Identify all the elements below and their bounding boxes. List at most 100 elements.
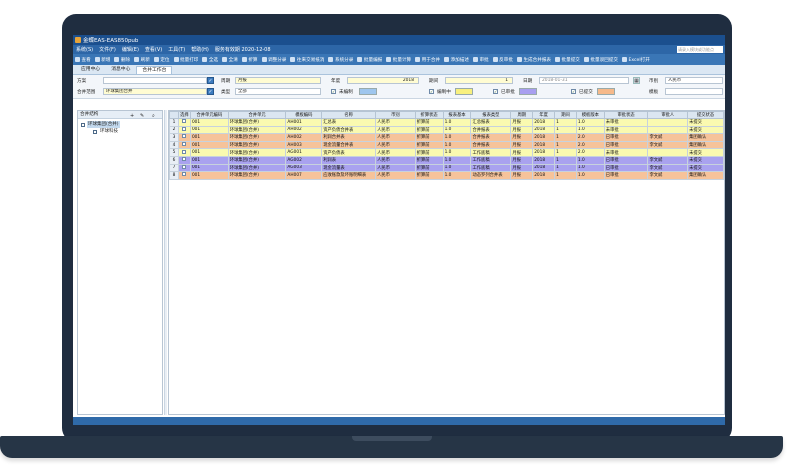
menu-help[interactable]: 帮助(H) xyxy=(191,46,209,53)
table-row[interactable]: 4 001 环球集团(合并) AH003 现金流量合并表 人民币 折算前 1.0 合并报表 月报 2… xyxy=(169,140,724,150)
menu-tools[interactable]: 工具(T) xyxy=(168,46,185,53)
toolbar-button[interactable]: 调整分录 xyxy=(261,57,286,63)
column-header[interactable] xyxy=(169,111,179,119)
tab-1[interactable]: 消息中心 xyxy=(106,66,135,74)
scheme-picker-button[interactable]: ✓ xyxy=(207,77,214,84)
date-field[interactable]: 2018-01-31 xyxy=(539,77,629,84)
cell-year: 2018 xyxy=(532,125,556,135)
period-type-select[interactable]: 月报 xyxy=(235,77,321,84)
calendar-icon[interactable]: ▦ xyxy=(633,77,640,84)
cell-base: 1.0 xyxy=(442,133,472,142)
type-select[interactable]: 全部 xyxy=(235,88,321,95)
column-header[interactable]: 合并单元 xyxy=(227,111,287,119)
scope-field[interactable]: 环球集团合并 xyxy=(103,88,207,95)
submitted-checkbox[interactable]: ✓ xyxy=(571,89,576,94)
column-header[interactable]: 报表类型 xyxy=(470,111,512,119)
panel-splitter[interactable] xyxy=(164,110,167,415)
column-header[interactable]: 选择 xyxy=(177,111,191,119)
draft-checkbox[interactable]: ✓ xyxy=(331,89,336,94)
row-checkbox[interactable] xyxy=(182,172,187,177)
toolbar-button[interactable]: 折算 xyxy=(241,57,258,63)
menu-view[interactable]: 查看(V) xyxy=(145,46,162,53)
scheme-field[interactable] xyxy=(103,77,207,84)
tab-0[interactable]: 应用中心 xyxy=(76,66,105,74)
column-header[interactable]: 币别 xyxy=(375,111,416,119)
toolbar-button[interactable]: 批量编报 xyxy=(357,57,382,63)
edit-icon[interactable]: ✎ xyxy=(140,112,144,120)
tree: 环球集团(合并) 环球科技 xyxy=(78,119,162,137)
add-icon[interactable]: + xyxy=(130,112,134,120)
tab-2[interactable]: 合并工作台 xyxy=(136,66,173,74)
column-header[interactable]: 周期 xyxy=(510,111,534,119)
toolbar-button[interactable]: 新增 xyxy=(94,57,111,63)
year-stepper[interactable]: 2018 xyxy=(347,77,419,84)
tree-node-child[interactable]: 环球科技 xyxy=(81,128,159,135)
column-header[interactable]: 审批人 xyxy=(647,111,689,119)
toolbar-button[interactable]: 批量提交 xyxy=(555,57,580,63)
table-row[interactable]: 8 001 环球集团(合并) AH007 应收账款及坏账明细表 人民币 折算前 1.0 动态罗列… xyxy=(169,171,724,180)
scope-picker-button[interactable]: ✓ xyxy=(207,88,214,95)
toolbar-button[interactable]: 批量打印 xyxy=(173,57,198,63)
table-row[interactable]: 2 001 环球集团(合并) AH002 资产负债合并表 人民币 折算前 1.0 合并报表 月报 2… xyxy=(169,125,724,135)
toolbar-button[interactable]: 系统分录 xyxy=(328,57,353,63)
column-header[interactable]: 年度 xyxy=(532,111,556,119)
row-checkbox[interactable] xyxy=(182,149,187,154)
toolbar-button[interactable]: 全清 xyxy=(222,57,238,63)
folder-icon xyxy=(81,122,85,127)
toolbar-icon xyxy=(492,57,498,62)
search-input[interactable]: 请录入模块或功能点 xyxy=(677,46,723,53)
row-checkbox[interactable] xyxy=(182,142,187,147)
toolbar-button[interactable]: 全选 xyxy=(202,57,218,63)
table-row[interactable]: 7 001 环球集团(合并) AG003 现金流量表 人民币 折算前 1.0 工作底稿 月报 201… xyxy=(169,163,724,173)
cell-period: 1 xyxy=(554,148,577,157)
toolbar-button[interactable]: 批量驳回提交 xyxy=(583,57,618,63)
toolbar-button-label: 新增 xyxy=(101,57,111,63)
toolbar-button[interactable]: 定位 xyxy=(153,57,170,63)
menu-edit[interactable]: 编辑(E) xyxy=(122,46,139,53)
template-field[interactable] xyxy=(665,88,723,95)
tree-node-root[interactable]: 环球集团(合并) xyxy=(81,121,159,128)
tree-header: 合并结构 + ✎ ⌕ xyxy=(78,111,162,119)
cell-period: 1 xyxy=(554,155,577,165)
column-header[interactable]: 审批状态 xyxy=(603,111,649,119)
column-header[interactable]: 折算状态 xyxy=(414,111,444,119)
row-checkbox[interactable] xyxy=(182,134,187,139)
toolbar-button[interactable]: Excel打开 xyxy=(621,57,650,63)
cell-unit-code: 001 xyxy=(189,155,229,165)
menu-system[interactable]: 系统(S) xyxy=(76,46,93,53)
toolbar-button[interactable]: 审批 xyxy=(472,57,489,63)
toolbar-button[interactable]: 批量计算 xyxy=(386,57,411,63)
row-checkbox[interactable] xyxy=(182,157,187,162)
column-header[interactable]: 名称 xyxy=(321,111,377,119)
toolbar-button[interactable]: 往来交易抵消 xyxy=(290,57,324,63)
toolbar-button[interactable]: 生成合并报表 xyxy=(516,57,551,63)
cell-unit-code: 001 xyxy=(189,171,229,180)
column-header[interactable]: 合并单元编码 xyxy=(189,111,229,119)
toolbar-button[interactable]: 反审批 xyxy=(492,57,513,63)
editing-checkbox[interactable]: ✓ xyxy=(429,89,434,94)
column-header[interactable]: 模板编码 xyxy=(285,111,323,119)
menu-file[interactable]: 文件(F) xyxy=(99,46,116,53)
toolbar-button[interactable]: 删除 xyxy=(114,57,130,63)
toolbar-button[interactable]: 刷新 xyxy=(134,57,150,63)
table-row[interactable]: 3 001 环球集团(合并) AH002 利润合并表 人民币 折算前 1.0 合并报表 月报 201… xyxy=(169,133,724,142)
currency-field[interactable]: 人民币 xyxy=(665,77,723,84)
row-checkbox[interactable] xyxy=(182,165,187,169)
table-row[interactable]: 5 001 环球集团(合并) AG001 资产负债表 人民币 折算前 1.0 工作底稿 月报 201… xyxy=(169,148,724,157)
toolbar-button[interactable]: 添加描述 xyxy=(444,57,469,63)
row-checkbox[interactable] xyxy=(182,119,187,124)
table-row[interactable]: 1 001 环球集团(合并) AH001 汇总表 人民币 折算前 1.0 汇总报表 月报 2018 1… xyxy=(169,118,724,127)
cell-unit: 环球集团(合并) xyxy=(227,125,287,135)
toolbar-button[interactable]: 用于合并 xyxy=(415,57,440,63)
table-row[interactable]: 6 001 环球集团(合并) AG002 利润表 人民币 折算前 1.0 工作底稿 月报 2018 1… xyxy=(169,155,724,165)
period-stepper[interactable]: 1 xyxy=(445,77,513,84)
row-number: 5 xyxy=(169,148,179,157)
search-icon[interactable]: ⌕ xyxy=(152,112,155,120)
toolbar-button[interactable]: 查看 xyxy=(75,57,91,63)
row-checkbox[interactable] xyxy=(182,127,187,131)
column-header[interactable]: 提交状态 xyxy=(687,111,724,119)
column-header[interactable]: 期间 xyxy=(554,111,577,119)
column-header[interactable]: 模板版本 xyxy=(575,111,605,119)
approved-checkbox[interactable]: ✓ xyxy=(493,89,498,94)
column-header[interactable]: 报表基本 xyxy=(442,111,472,119)
